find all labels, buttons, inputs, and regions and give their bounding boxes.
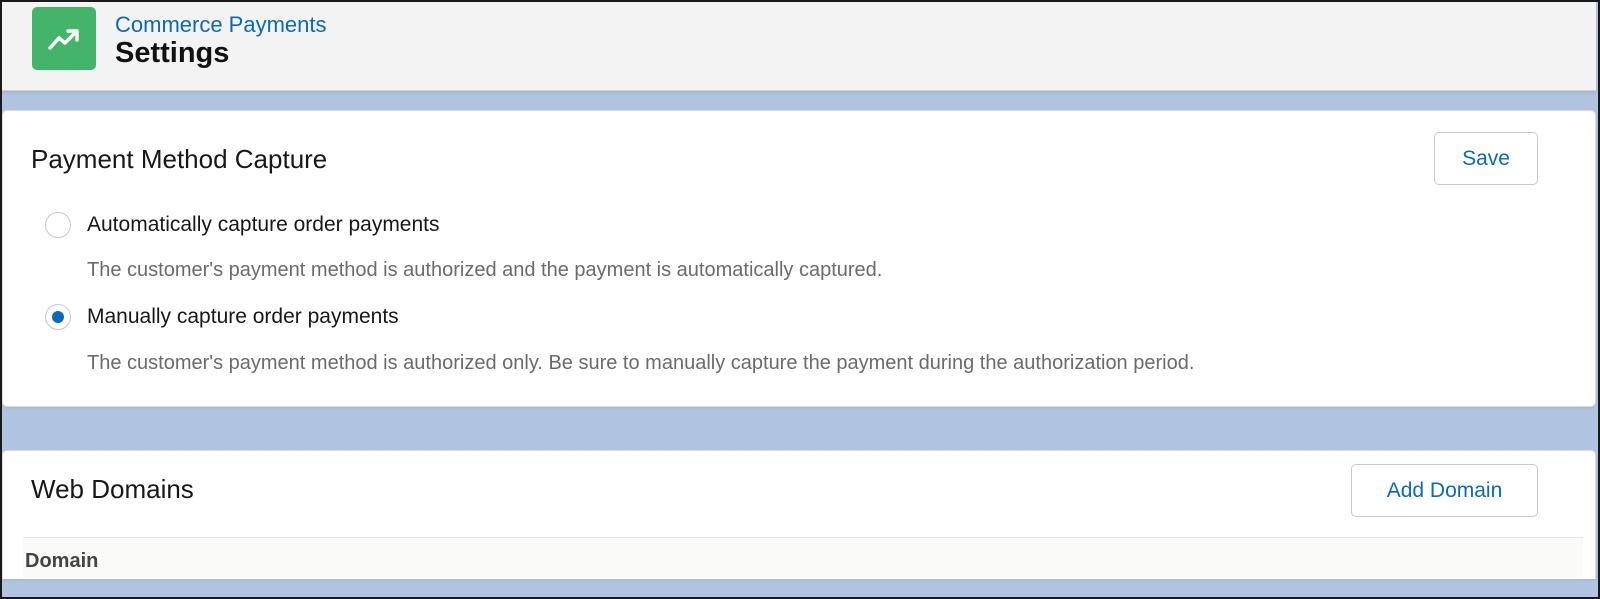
radio-label[interactable]: Automatically capture order payments <box>87 213 440 237</box>
domains-table-header: Domain <box>23 537 1583 578</box>
radio-option-manual[interactable]: Manually capture order payments <box>45 304 399 330</box>
page-title: Settings <box>115 37 230 69</box>
column-header-domain[interactable]: Domain <box>25 550 98 573</box>
radio-button-selected[interactable] <box>45 304 71 330</box>
web-domains-card: Web Domains Add Domain Domain <box>2 450 1596 579</box>
add-domain-button[interactable]: Add Domain <box>1351 464 1538 517</box>
app-name-link[interactable]: Commerce Payments <box>115 12 327 38</box>
radio-selected-dot <box>52 311 64 323</box>
option-description: The customer's payment method is authori… <box>87 259 883 281</box>
radio-button[interactable] <box>45 212 71 238</box>
payment-method-capture-card: Payment Method Capture Save Automaticall… <box>2 110 1596 407</box>
save-button[interactable]: Save <box>1434 132 1538 185</box>
radio-label[interactable]: Manually capture order payments <box>87 305 399 329</box>
radio-option-automatic[interactable]: Automatically capture order payments <box>45 212 440 238</box>
card-title: Web Domains <box>31 474 194 504</box>
card-title: Payment Method Capture <box>31 144 328 174</box>
trending-chart-icon <box>32 7 96 70</box>
option-description: The customer's payment method is authori… <box>87 352 1195 374</box>
page-header: Commerce Payments Settings <box>2 2 1596 91</box>
